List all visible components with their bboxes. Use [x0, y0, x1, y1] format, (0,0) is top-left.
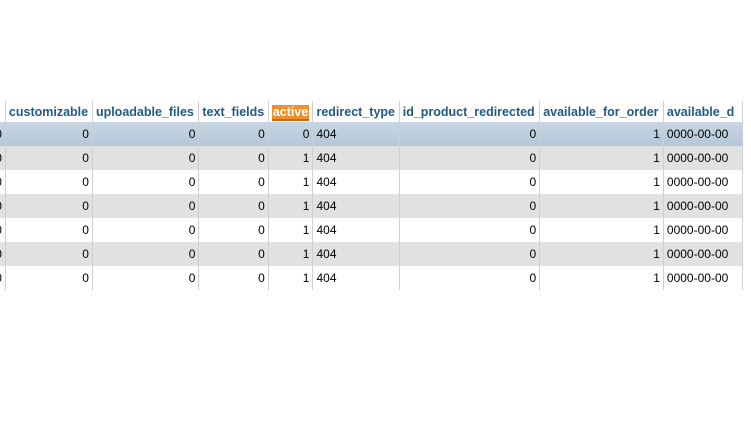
table-cell[interactable]: 1 [268, 266, 314, 290]
results-table: customizable uploadable_files text_field… [0, 101, 744, 290]
table-cell[interactable]: 1 [268, 242, 314, 266]
table-cell[interactable]: 404 [312, 170, 400, 194]
table-cell[interactable]: 0 [198, 218, 269, 242]
table-cell[interactable]: 0 [399, 194, 541, 218]
column-header-active[interactable]: active [268, 101, 314, 122]
table-cell[interactable]: 0 [5, 266, 93, 290]
table-cell[interactable]: 0 [92, 218, 200, 242]
table-row[interactable]: 00001404010000-00-00 [0, 218, 744, 242]
table-cell[interactable]: 0 [5, 170, 93, 194]
table-cell[interactable]: 1 [268, 194, 314, 218]
table-cell[interactable]: 0000-00-00 [663, 218, 744, 242]
table-cell[interactable]: 0 [198, 194, 269, 218]
column-header-uploadable-files[interactable]: uploadable_files [92, 101, 200, 122]
table-cell[interactable]: 1 [268, 170, 314, 194]
table-cell[interactable]: 0000-00-00 [663, 170, 744, 194]
table-cell[interactable]: 0 [92, 122, 200, 146]
table-cell[interactable]: 1 [539, 170, 664, 194]
table-cell[interactable]: 0 [5, 122, 93, 146]
table-cell[interactable]: 404 [312, 122, 400, 146]
table-cell[interactable]: 0 [92, 266, 200, 290]
table-cell[interactable]: 404 [312, 146, 400, 170]
table-cell[interactable]: 0 [399, 122, 541, 146]
table-row[interactable]: 00001404010000-00-00 [0, 146, 744, 170]
table-cell[interactable]: 0 [5, 218, 93, 242]
table-cell[interactable]: 0 [198, 242, 269, 266]
table-cell[interactable]: 1 [539, 266, 664, 290]
table-cell[interactable]: 0 [5, 194, 93, 218]
table-cell[interactable]: 1 [268, 218, 314, 242]
table-cell[interactable]: 0000-00-00 [663, 122, 744, 146]
table-row[interactable]: 00000404010000-00-00 [0, 122, 744, 146]
table-header-row: customizable uploadable_files text_field… [0, 101, 744, 122]
table-cell[interactable]: 0 [92, 194, 200, 218]
table-cell[interactable]: 0 [399, 146, 541, 170]
table-cell[interactable]: 0000-00-00 [663, 266, 744, 290]
table-cell[interactable]: 0 [198, 146, 269, 170]
table-cell[interactable]: 0 [198, 266, 269, 290]
table-cell[interactable]: 404 [312, 266, 400, 290]
column-header-customizable[interactable]: customizable [5, 101, 93, 122]
table-row[interactable]: 00001404010000-00-00 [0, 194, 744, 218]
column-header-text-fields[interactable]: text_fields [198, 101, 269, 122]
table-row[interactable]: 00001404010000-00-00 [0, 170, 744, 194]
viewport: customizable uploadable_files text_field… [0, 0, 751, 444]
table-row[interactable]: 00001404010000-00-00 [0, 266, 744, 290]
table-cell[interactable]: 0 [399, 218, 541, 242]
table-cell[interactable]: 1 [539, 194, 664, 218]
table-cell[interactable]: 404 [312, 218, 400, 242]
table-cell[interactable]: 1 [268, 146, 314, 170]
table-cell[interactable]: 404 [312, 194, 400, 218]
active-highlight: active [271, 104, 310, 121]
table-row[interactable]: 00001404010000-00-00 [0, 242, 744, 266]
table-cell[interactable]: 0 [268, 122, 314, 146]
table-cell[interactable]: 1 [539, 146, 664, 170]
table-cell[interactable]: 1 [539, 122, 664, 146]
table-cell[interactable]: 0 [92, 170, 200, 194]
table-cell[interactable]: 0 [92, 242, 200, 266]
table-cell[interactable]: 0 [198, 122, 269, 146]
table-cell[interactable]: 0 [399, 242, 541, 266]
table-cell[interactable]: 0 [5, 146, 93, 170]
table-cell[interactable]: 0000-00-00 [663, 146, 744, 170]
table-cell[interactable]: 1 [539, 218, 664, 242]
column-header-available-date[interactable]: available_d [663, 101, 744, 122]
table-cell[interactable]: 0 [92, 146, 200, 170]
table-cell[interactable]: 0 [399, 170, 541, 194]
table-cell[interactable]: 404 [312, 242, 400, 266]
table-cell[interactable]: 0 [5, 242, 93, 266]
table-cell[interactable]: 0000-00-00 [663, 194, 744, 218]
column-header-available-for-order[interactable]: available_for_order [539, 101, 664, 122]
table-cell[interactable]: 0 [399, 266, 541, 290]
column-header-id-product-redirected[interactable]: id_product_redirected [399, 101, 541, 122]
table-cell[interactable]: 0 [198, 170, 269, 194]
table-cell[interactable]: 0000-00-00 [663, 242, 744, 266]
table-cell[interactable]: 1 [539, 242, 664, 266]
column-header-redirect-type[interactable]: redirect_type [312, 101, 400, 122]
